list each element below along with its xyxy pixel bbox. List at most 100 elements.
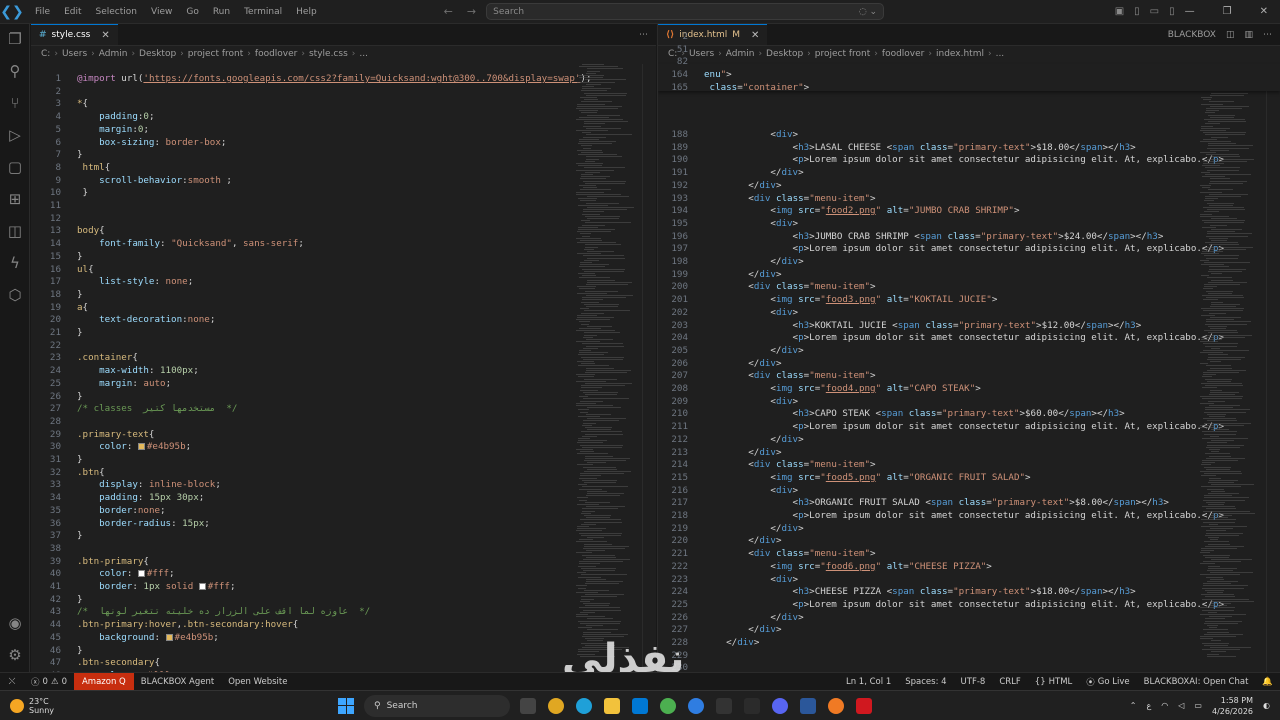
code-line[interactable]: 26} (31, 391, 656, 404)
chat-icon[interactable]: ◌ ⌄ (859, 7, 877, 17)
code-line[interactable]: 201 <img src="food3.png" alt="KOKTAIL JU… (658, 294, 1280, 307)
amazon-q-icon[interactable]: ⬡ (0, 286, 30, 304)
toggle-secondary-sidebar-icon[interactable]: ▯ (1169, 6, 1175, 17)
code-line[interactable]: 164 enu"> (658, 69, 1280, 82)
code-line[interactable]: 210 <h3>CAPO STEAK <span class="primary-… (658, 408, 1280, 421)
notifications-bell-icon[interactable]: 🔔 (1255, 676, 1280, 688)
code-line[interactable]: 202 <div> (658, 307, 1280, 320)
file-explorer-icon[interactable] (604, 697, 620, 714)
chevron-up-icon[interactable]: ⌃ (1130, 701, 1137, 710)
taskbar-search[interactable]: ⚲ Search (364, 694, 510, 717)
breadcrumb-item[interactable]: ... (359, 49, 368, 59)
code-line[interactable]: 206 </div> (658, 358, 1280, 371)
code-line[interactable]: 218 <p>Lorem ipsum dolor sit amet consec… (658, 510, 1280, 523)
code-line[interactable]: 6 box-sizing: border-box; (31, 137, 656, 150)
code-line[interactable]: 191 </div> (658, 167, 1280, 180)
breadcrumb-item[interactable]: Desktop (139, 49, 176, 59)
code-line[interactable]: 43 /* عاوزه لما اقف على الزرار ده خليته ت… (31, 606, 656, 619)
breadcrumb-item[interactable]: style.css (309, 49, 348, 59)
code-line[interactable]: 7} (31, 149, 656, 162)
chrome-icon[interactable] (548, 697, 564, 714)
go-live-button[interactable]: ⦿ Go Live (1079, 676, 1136, 688)
sticky-scroll[interactable]: 2 51 82 164 enu"> 165 class="container"> (658, 31, 1280, 93)
minimap[interactable] (1200, 64, 1255, 672)
code-line[interactable]: 217 <h3>ORGANIC FRUIT SALAD <span class=… (658, 497, 1280, 510)
code-line[interactable]: 215 <img src="food5.png" alt="ORGANIC FR… (658, 472, 1280, 485)
edge-icon[interactable] (576, 697, 592, 714)
run-debug-icon[interactable]: ▷ (0, 126, 30, 144)
remote-explorer-icon[interactable]: ▢ (0, 158, 30, 176)
code-line[interactable]: 19 a{ (31, 302, 656, 315)
code-line[interactable]: 221 <div class="menu-item"> (658, 548, 1280, 561)
menu-selection[interactable]: Selection (89, 7, 144, 17)
extensions-icon[interactable]: ⊞ (0, 190, 30, 208)
code-line[interactable]: 40 color: #fff; (31, 568, 656, 581)
chat-panel-icon[interactable]: ◫ (0, 222, 30, 240)
code-line[interactable]: 35 border:none; (31, 505, 656, 518)
amazon-q-status[interactable]: Amazon Q (73, 672, 134, 691)
code-line[interactable]: 220 </div> (658, 535, 1280, 548)
code-line[interactable]: 192 </div> (658, 180, 1280, 193)
menu-view[interactable]: View (144, 7, 179, 17)
blackbox-icon[interactable]: ϟ (0, 254, 30, 272)
code-line[interactable]: 212 </div> (658, 434, 1280, 447)
browser-icon[interactable] (688, 697, 704, 714)
code-line[interactable]: 2 (658, 31, 1280, 44)
word-icon[interactable] (800, 697, 816, 714)
code-line[interactable]: 82 (658, 56, 1280, 69)
notification-icon[interactable]: ◐ (1263, 701, 1270, 710)
code-line[interactable]: 10 } (31, 187, 656, 200)
code-line[interactable]: 222 <img src="food6.png" alt="CHEESE PIZ… (658, 561, 1280, 574)
code-line[interactable]: 1 @import url('https://fonts.googleapis.c… (31, 73, 656, 86)
blackbox-chat-button[interactable]: BLACKBOXAI: Open Chat (1137, 676, 1256, 688)
code-line[interactable]: 205 </div> (658, 345, 1280, 358)
code-line[interactable]: 3 *{ (31, 98, 656, 111)
minimize-icon[interactable]: — (1185, 6, 1195, 17)
code-line[interactable]: 23 .container{ (31, 352, 656, 365)
more-actions-icon[interactable]: ⋯ (639, 30, 648, 40)
battery-icon[interactable]: ▭ (1194, 701, 1202, 710)
code-line[interactable]: 51 (658, 44, 1280, 57)
code-line[interactable]: 31} (31, 454, 656, 467)
code-line[interactable]: 213 </div> (658, 447, 1280, 460)
settings-gear-icon[interactable]: ⚙ (0, 646, 30, 664)
remote-indicator-icon[interactable]: ⤬ (0, 673, 24, 691)
maximize-icon[interactable]: ❐ (1223, 6, 1232, 17)
code-line[interactable]: 203 <h3>KOKTAIL JUCIE <span class="prima… (658, 320, 1280, 333)
acrobat-icon[interactable] (856, 697, 872, 714)
code-line[interactable]: 190 <p>Lorem ipsum dolor sit amet consec… (658, 154, 1280, 167)
line-ending[interactable]: CRLF (992, 676, 1027, 688)
menu-help[interactable]: Help (289, 7, 324, 17)
code-line[interactable]: 36 border-radius: 15px; (31, 518, 656, 531)
code-line[interactable]: 225 <p>Lorem ipsum dolor sit amet consec… (658, 599, 1280, 612)
minimap[interactable] (576, 64, 634, 672)
clock[interactable]: 1:58 PM 4/26/2026 (1212, 695, 1253, 717)
menu-terminal[interactable]: Terminal (237, 7, 289, 17)
code-line[interactable]: 34 padding: 15px 30px; (31, 492, 656, 505)
command-center-search[interactable]: Search ◌ ⌄ (486, 3, 885, 20)
code-line[interactable]: 193 <div class="menu-item"> (658, 193, 1280, 206)
menu-file[interactable]: File (28, 7, 57, 17)
code-line[interactable]: 204 <p>Lorem ipsum dolor sit amet consec… (658, 332, 1280, 345)
code-line[interactable]: 224 <h3>CHEESE PIZZA <span class="primar… (658, 586, 1280, 599)
breadcrumb-item[interactable]: Admin (99, 49, 128, 59)
code-line[interactable]: 41 border: 1px solid #fff; (31, 581, 656, 594)
menu-run[interactable]: Run (206, 7, 237, 17)
breadcrumb-item[interactable]: foodlover (255, 49, 297, 59)
code-line[interactable]: 28 (31, 416, 656, 429)
close-tab-icon[interactable]: ✕ (101, 30, 109, 41)
code-line[interactable]: 24 max-width: 1100px; (31, 365, 656, 378)
code-line[interactable]: 5 margin:0; (31, 124, 656, 137)
vscode-taskbar-icon[interactable] (632, 697, 648, 714)
search-icon[interactable]: ⚲ (0, 62, 30, 80)
code-line[interactable]: 228 </div> (658, 637, 1280, 650)
code-line[interactable]: 30 color: #e4b95b; (31, 441, 656, 454)
code-line[interactable]: 15} (31, 251, 656, 264)
code-line[interactable]: 25 margin: auto; (31, 378, 656, 391)
breadcrumb-item[interactable]: Users (62, 49, 87, 59)
code-line[interactable]: 216 <div> (658, 485, 1280, 498)
breadcrumb-item[interactable]: project front (188, 49, 244, 59)
code-line[interactable]: 227 </div> (658, 624, 1280, 637)
blackbox-agent-status[interactable]: BLACKBOX Agent (134, 677, 221, 687)
code-line[interactable]: 208 <img src="food4.png" alt="CAPO STEAK… (658, 383, 1280, 396)
